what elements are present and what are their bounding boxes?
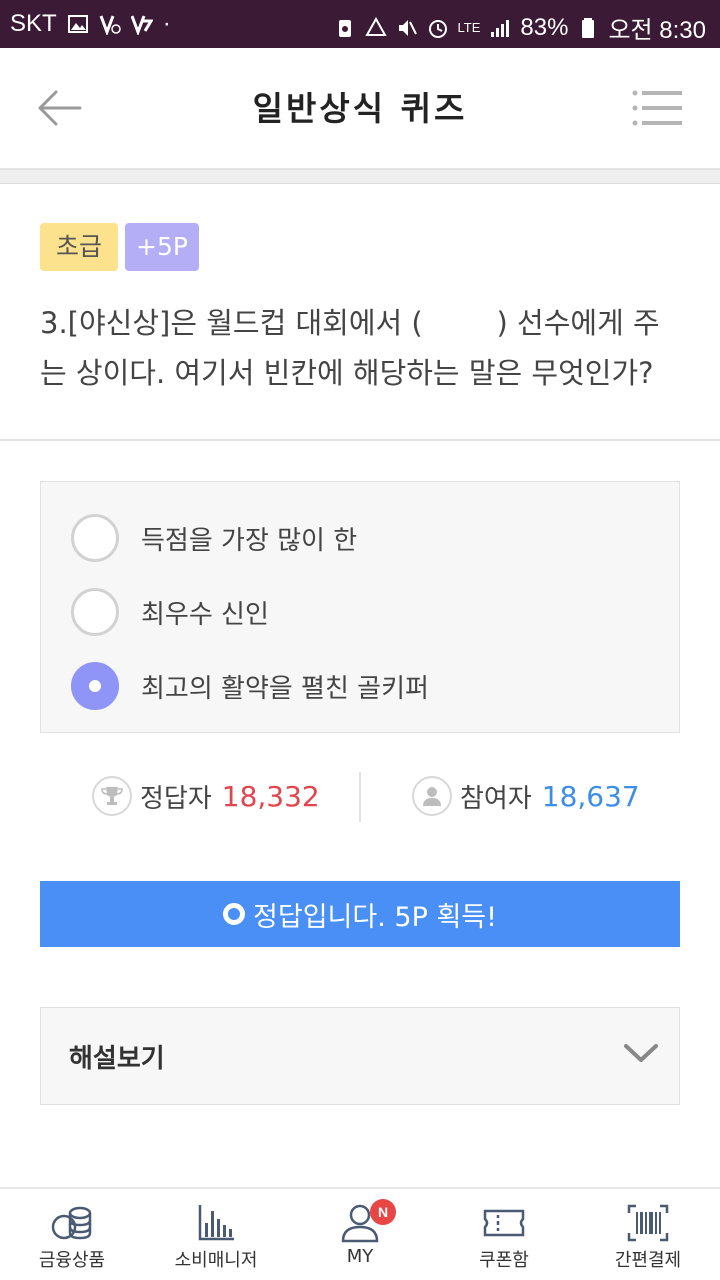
clock: 오전 8:30 xyxy=(608,17,706,44)
nav-easy-pay[interactable]: 간편결제 xyxy=(576,1189,720,1280)
correct-label: 정답자 xyxy=(140,783,212,814)
nav-label: 소비매니저 xyxy=(174,1250,258,1271)
battery-percent: 83% xyxy=(520,13,569,41)
user-icon xyxy=(412,776,452,816)
alarm-icon xyxy=(427,17,449,39)
level-tag: 초급 xyxy=(40,223,118,271)
participant-count: 참여자 18,637 xyxy=(412,770,640,822)
option-3[interactable]: 최고의 활약을 펼친 골키퍼 xyxy=(71,660,429,712)
nav-label: 금융상품 xyxy=(38,1250,106,1271)
explanation-toggle[interactable]: 해설보기 xyxy=(40,1007,680,1105)
mute-icon xyxy=(396,17,418,39)
circle-icon xyxy=(223,903,246,925)
point-tag: +5P xyxy=(125,223,199,271)
participants-label: 참여자 xyxy=(460,783,532,814)
image-notification-icon xyxy=(67,13,89,35)
quiz-stats: 정답자 18,332 참여자 18,637 xyxy=(0,770,720,822)
menu-list-icon xyxy=(632,90,682,126)
nav-my[interactable]: N MY xyxy=(288,1189,432,1280)
option-label: 최우수 신인 xyxy=(141,599,269,630)
recycle-icon xyxy=(364,16,387,39)
participants-value: 18,637 xyxy=(541,779,640,813)
chevron-down-icon xyxy=(624,1044,658,1062)
status-left: SKT · xyxy=(10,10,171,38)
option-label: 최고의 활약을 펼친 골키퍼 xyxy=(141,673,429,704)
battery-saver-icon xyxy=(334,17,356,39)
nav-label: 쿠폰함 xyxy=(479,1250,529,1271)
nav-label: MY xyxy=(346,1246,374,1267)
bottom-nav: 금융상품 소비매니저 N MY 쿠폰함 간편결제 xyxy=(0,1187,720,1280)
network-type-label: LTE xyxy=(457,20,481,35)
result-text: 정답입니다. 5P 획득! xyxy=(253,901,497,933)
app-header: 일반상식 퀴즈 xyxy=(0,48,720,170)
explanation-label: 해설보기 xyxy=(69,1044,165,1074)
nav-coupon-box[interactable]: 쿠폰함 xyxy=(432,1189,576,1280)
nav-spending-manager[interactable]: 소비매니저 xyxy=(144,1189,288,1280)
header-divider xyxy=(0,170,720,184)
bar-chart-icon xyxy=(194,1203,238,1243)
correct-value: 18,332 xyxy=(221,779,320,813)
nav-financial-products[interactable]: 금융상품 xyxy=(0,1189,144,1280)
status-right: LTE 83% 오전 8:30 xyxy=(334,10,706,45)
ticket-icon xyxy=(482,1203,526,1243)
menu-button[interactable] xyxy=(632,90,682,126)
question-text: 3.[야신상]은 월드컵 대회에서 ( ) 선수에게 주는 상이다. 여기서 빈… xyxy=(40,306,660,390)
signal-icon xyxy=(489,17,511,39)
status-bar: SKT · LTE 83% 오전 8:30 xyxy=(0,0,720,48)
stats-divider xyxy=(359,772,361,822)
question-divider xyxy=(0,439,720,441)
radio-button-selected[interactable] xyxy=(71,662,119,710)
battery-icon xyxy=(577,17,599,39)
dot-indicator-icon: · xyxy=(162,10,171,37)
barcode-icon xyxy=(626,1203,670,1243)
carrier-label: SKT xyxy=(10,10,57,37)
coins-icon xyxy=(50,1203,94,1243)
nav-label: 간편결제 xyxy=(614,1250,682,1271)
v3-notification-icon xyxy=(99,13,121,35)
radio-button[interactable] xyxy=(71,588,119,636)
correct-count: 정답자 18,332 xyxy=(92,770,320,822)
trophy-icon xyxy=(92,776,132,816)
result-banner: 정답입니다. 5P 획득! xyxy=(40,881,680,947)
new-badge: N xyxy=(370,1199,396,1225)
v3-app-icon xyxy=(130,13,153,35)
page-title: 일반상식 퀴즈 xyxy=(252,89,468,128)
radio-button[interactable] xyxy=(71,514,119,562)
option-1[interactable]: 득점을 가장 많이 한 xyxy=(71,512,357,564)
answer-options: 득점을 가장 많이 한 최우수 신인 최고의 활약을 펼친 골키퍼 xyxy=(40,481,680,733)
option-label: 득점을 가장 많이 한 xyxy=(141,525,358,556)
option-2[interactable]: 최우수 신인 xyxy=(71,586,269,638)
